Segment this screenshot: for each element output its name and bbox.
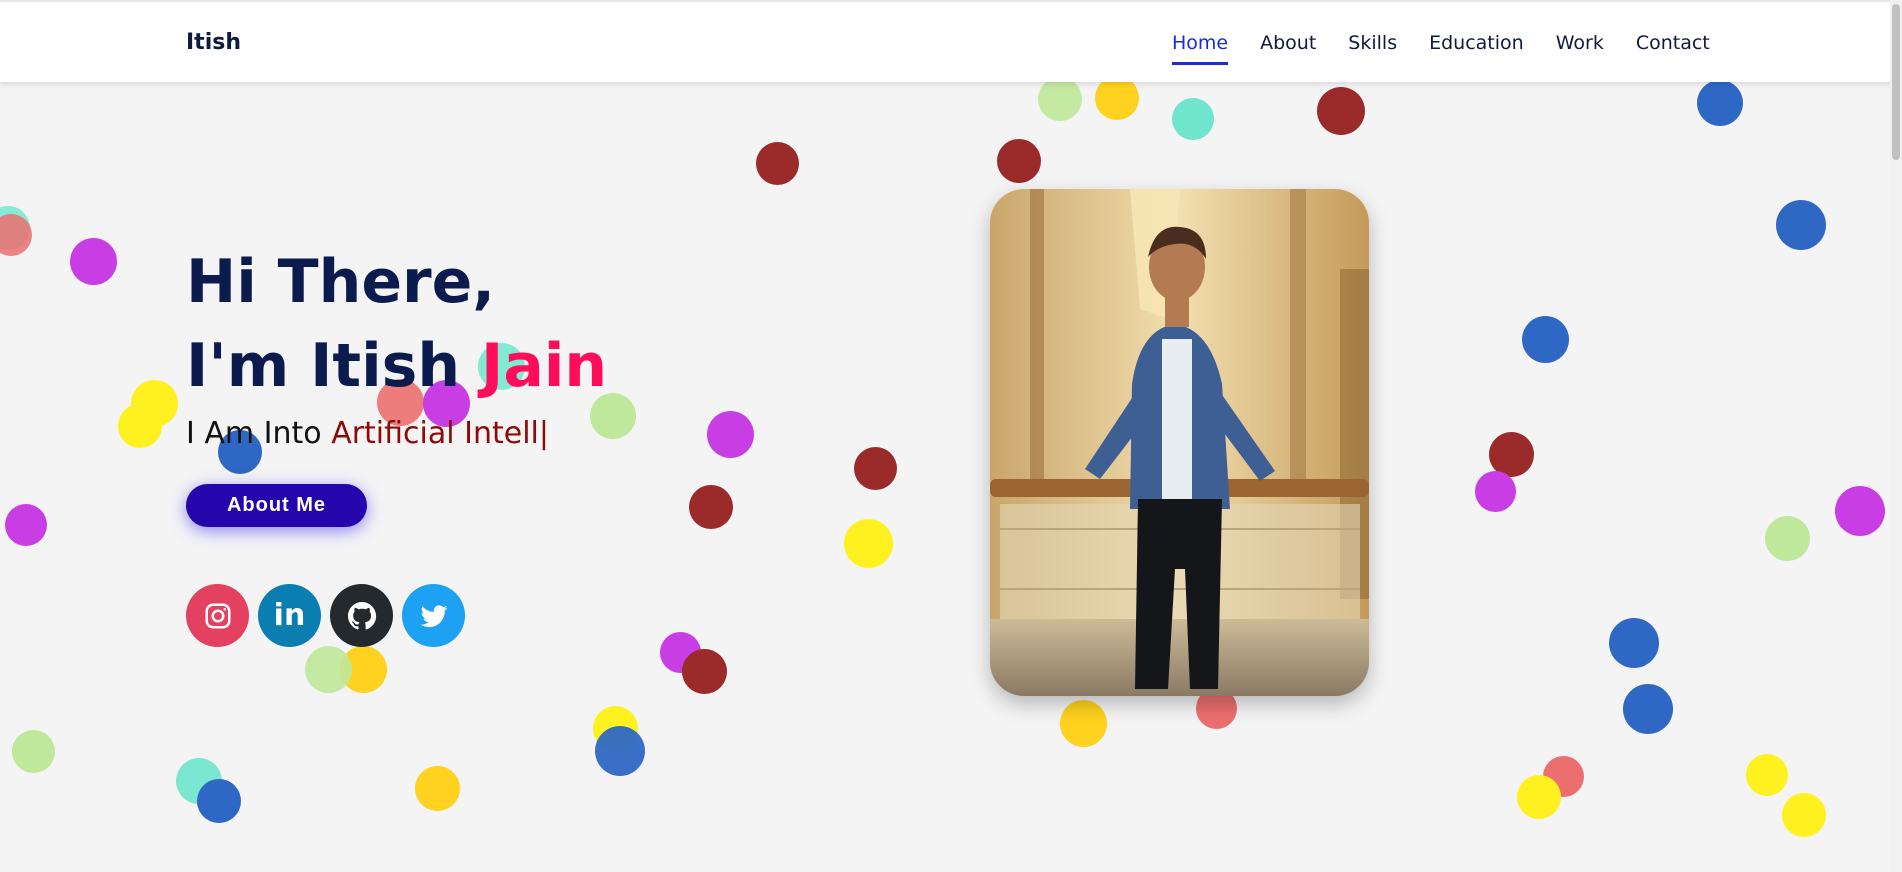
nav-link-contact[interactable]: Contact <box>1636 32 1710 65</box>
bubble <box>5 504 47 546</box>
bubble <box>12 730 55 773</box>
bubble <box>118 404 162 448</box>
hero-intro: Hi There, I'm Itish Jain I Am Into Artif… <box>186 240 607 451</box>
bubble <box>415 766 460 811</box>
navbar: Itish Home About Skills Education Work C… <box>0 0 1902 82</box>
profile-photo <box>990 189 1369 696</box>
bubble <box>1517 775 1561 819</box>
name-prefix-text: I'm Itish <box>186 331 481 401</box>
github-link[interactable] <box>330 584 393 647</box>
bubble <box>1172 98 1214 140</box>
site-logo[interactable]: Itish <box>186 30 241 55</box>
typing-line: I Am Into Artificial Intell| <box>186 416 607 451</box>
nav-link-home[interactable]: Home <box>1172 32 1229 65</box>
bubble <box>1475 471 1516 512</box>
bubble <box>197 779 241 823</box>
page-scrollbar-thumb[interactable] <box>1892 4 1900 160</box>
bubble <box>1038 77 1082 121</box>
linkedin-link[interactable]: in <box>258 584 321 647</box>
bubble <box>1609 618 1659 668</box>
bubble <box>1522 316 1569 363</box>
social-links: in <box>186 584 465 647</box>
nav-links: Home About Skills Education Work Contact <box>1172 32 1710 65</box>
bubble <box>1095 76 1139 120</box>
bubble <box>1776 200 1826 250</box>
instagram-icon <box>205 603 230 628</box>
bubble <box>1623 684 1673 734</box>
github-icon <box>347 601 376 629</box>
nav-link-skills[interactable]: Skills <box>1348 32 1397 65</box>
bubble <box>854 447 897 490</box>
bubble <box>70 238 117 285</box>
bubble <box>1835 486 1885 536</box>
profile-photo-illustration <box>990 189 1369 696</box>
bubble <box>595 726 645 776</box>
nav-link-work[interactable]: Work <box>1556 32 1604 65</box>
twitter-icon <box>420 604 447 627</box>
twitter-link[interactable] <box>402 584 465 647</box>
bubble <box>1317 87 1365 135</box>
nav-link-education[interactable]: Education <box>1429 32 1524 65</box>
linkedin-icon: in <box>273 598 306 633</box>
bubble <box>682 649 727 694</box>
bubble <box>844 519 893 568</box>
nav-link-about[interactable]: About <box>1260 32 1316 65</box>
typing-text: Artificial Intell| <box>331 416 549 451</box>
bubble <box>1782 793 1826 837</box>
bubble <box>1060 700 1107 747</box>
bubble <box>305 646 352 693</box>
instagram-link[interactable] <box>186 584 249 647</box>
bubble <box>756 142 799 185</box>
bubble <box>1746 754 1788 796</box>
bubble <box>1765 516 1810 561</box>
bubble <box>689 485 733 529</box>
hero-heading: Hi There, I'm Itish Jain <box>186 240 607 408</box>
typing-prefix: I Am Into <box>186 416 332 451</box>
about-me-button[interactable]: About Me <box>186 484 367 527</box>
bubble <box>707 411 754 458</box>
bubble <box>1697 80 1743 126</box>
name-accent-text: Jain <box>481 331 608 401</box>
greeting-text: Hi There, <box>186 247 496 317</box>
bubble <box>997 139 1041 183</box>
